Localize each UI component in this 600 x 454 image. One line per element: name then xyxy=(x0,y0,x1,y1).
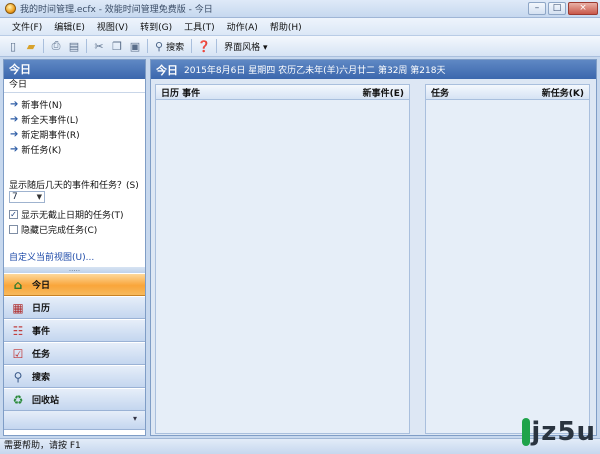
app-icon xyxy=(5,3,16,14)
toolbar-separator xyxy=(191,39,193,53)
days-question-label: 显示随后几天的事件和任务？(S) xyxy=(9,181,139,191)
new-task-link[interactable]: ➔ 新任务(K) xyxy=(10,142,145,157)
new-allday-event-link[interactable]: ➔ 新全天事件(L) xyxy=(10,112,145,127)
new-event-button[interactable]: 新事件(E) xyxy=(363,86,404,99)
event-icon: ☷ xyxy=(12,323,24,338)
print-preview-icon[interactable]: ▤ xyxy=(66,38,82,54)
menu-help[interactable]: 帮助(H) xyxy=(264,20,308,33)
menu-tools[interactable]: 工具(T) xyxy=(178,20,221,33)
new-recurring-event-label: 新定期事件(R) xyxy=(21,131,80,141)
window-title: 我的时间管理.ecfx - 效能时间管理免费版 - 今日 xyxy=(20,5,213,15)
new-task-button[interactable]: 新任务(K) xyxy=(542,86,584,99)
nav-search[interactable]: ⚲ 搜索 xyxy=(4,365,145,388)
nav-events-label: 事件 xyxy=(32,327,51,337)
menu-file[interactable]: 文件(F) xyxy=(6,20,48,33)
menu-bar: 文件(F) 编辑(E) 视图(V) 转到(G) 工具(T) 动作(A) 帮助(H… xyxy=(0,18,600,36)
nav-recycle[interactable]: ♻ 回收站 xyxy=(4,388,145,411)
leaf-icon xyxy=(522,418,531,446)
checkbox-unchecked[interactable] xyxy=(9,225,18,234)
nav-today-label: 今日 xyxy=(32,281,51,291)
status-text: 需要帮助，请按 F1 xyxy=(4,441,81,451)
ui-style-dropdown[interactable]: 界面风格 ▾ xyxy=(220,38,271,54)
search-button[interactable]: ⚲ 搜索 xyxy=(151,38,188,54)
nav-tasks-label: 任务 xyxy=(32,350,51,360)
section-title: 今日 xyxy=(4,79,145,93)
copy-icon[interactable]: ❐ xyxy=(109,38,125,54)
days-select-value: 7 xyxy=(12,192,18,202)
open-folder-icon[interactable]: ▰ xyxy=(23,38,39,54)
new-actions-list: ➔ 新事件(N) ➔ 新全天事件(L) ➔ 新定期事件(R) ➔ 新任务(K) xyxy=(4,93,145,157)
recycle-icon: ♻ xyxy=(12,392,24,407)
new-event-link[interactable]: ➔ 新事件(N) xyxy=(10,97,145,112)
arrow-right-icon: ➔ xyxy=(10,144,19,155)
menu-actions[interactable]: 动作(A) xyxy=(221,20,264,33)
nav-calendar-label: 日历 xyxy=(32,304,51,314)
home-icon: ⌂ xyxy=(13,277,23,292)
nav-events[interactable]: ☷ 事件 xyxy=(4,319,145,342)
menu-edit[interactable]: 编辑(E) xyxy=(48,20,91,33)
hide-done-label: 隐藏已完成任务(C) xyxy=(21,226,98,236)
nav-tasks[interactable]: ☑ 任务 xyxy=(4,342,145,365)
pane-header: 今日 xyxy=(4,60,145,79)
print-icon[interactable]: ⎙ xyxy=(48,38,64,54)
navigation-pane: ⌂ 今日 ▦ 日历 ☷ 事件 ☑ 任务 ⚲ 搜索 ♻ 回收站 ▾ xyxy=(4,273,145,430)
nav-calendar[interactable]: ▦ 日历 xyxy=(4,296,145,319)
help-icon[interactable]: ❓ xyxy=(196,38,212,54)
window-controls: – □ × xyxy=(528,2,598,15)
show-no-deadline-option[interactable]: ✓ 显示无截止日期的任务(T) xyxy=(9,208,124,221)
calendar-icon: ▦ xyxy=(12,300,24,315)
tasks-title: 任务 xyxy=(431,88,450,99)
main-header: 今日 2015年8月6日 星期四 农历乙未年(羊)六月廿二 第32周 第218天 xyxy=(151,60,596,79)
watermark: jz5u xyxy=(506,412,596,452)
new-allday-event-label: 新全天事件(L) xyxy=(21,116,79,126)
chevron-down-icon: ▼ xyxy=(36,193,42,201)
paste-icon[interactable]: ▣ xyxy=(127,38,143,54)
toolbar: ▯ ▰ ⎙ ▤ ✂ ❐ ▣ ⚲ 搜索 ❓ 界面风格 ▾ xyxy=(0,36,600,57)
title-bar: 我的时间管理.ecfx - 效能时间管理免费版 - 今日 – □ × xyxy=(0,0,600,18)
new-event-label: 新事件(N) xyxy=(21,101,63,111)
task-icon: ☑ xyxy=(12,346,24,361)
nav-today[interactable]: ⌂ 今日 xyxy=(4,273,145,296)
today-pane: 今日 今日 ➔ 新事件(N) ➔ 新全天事件(L) ➔ 新定期事件(R) ➔ 新… xyxy=(3,59,146,436)
hide-done-option[interactable]: 隐藏已完成任务(C) xyxy=(9,223,97,236)
toolbar-separator xyxy=(86,39,87,53)
new-recurring-event-link[interactable]: ➔ 新定期事件(R) xyxy=(10,127,145,142)
search-icon: ⚲ xyxy=(13,369,23,384)
calendar-events-title: 日历 事件 xyxy=(161,88,201,99)
minimize-button[interactable]: – xyxy=(528,2,546,15)
menu-view[interactable]: 视图(V) xyxy=(91,20,134,33)
watermark-text: jz5u xyxy=(531,417,596,447)
today-date: 2015年8月6日 星期四 农历乙未年(羊)六月廿二 第32周 第218天 xyxy=(184,66,446,76)
maximize-button[interactable]: □ xyxy=(548,2,566,15)
close-button[interactable]: × xyxy=(568,2,598,15)
main-content: 今日 2015年8月6日 星期四 农历乙未年(羊)六月廿二 第32周 第218天… xyxy=(150,59,597,436)
toolbar-separator xyxy=(43,39,44,53)
checkbox-checked[interactable]: ✓ xyxy=(9,210,18,219)
main-title: 今日 xyxy=(156,63,178,77)
tasks-column: 任务 新任务(K) xyxy=(425,84,590,434)
new-task-label: 新任务(K) xyxy=(21,146,62,156)
nav-recycle-label: 回收站 xyxy=(32,396,60,406)
days-select[interactable]: 7 ▼ xyxy=(9,191,45,203)
nav-footer[interactable]: ▾ xyxy=(4,411,145,430)
chevron-down-icon[interactable]: ▾ xyxy=(133,414,137,423)
menu-goto[interactable]: 转到(G) xyxy=(134,20,178,33)
toolbar-separator xyxy=(216,39,218,53)
arrow-right-icon: ➔ xyxy=(10,129,19,140)
calendar-events-header: 日历 事件 新事件(E) xyxy=(156,85,409,100)
calendar-events-column: 日历 事件 新事件(E) xyxy=(155,84,410,434)
new-document-icon[interactable]: ▯ xyxy=(5,38,21,54)
search-button-label: 搜索 xyxy=(166,42,185,53)
customize-view-link[interactable]: 自定义当前视图(U)... xyxy=(9,250,94,263)
cut-icon[interactable]: ✂ xyxy=(91,38,107,54)
arrow-right-icon: ➔ xyxy=(10,99,19,110)
tasks-header: 任务 新任务(K) xyxy=(426,85,589,100)
show-no-deadline-label: 显示无截止日期的任务(T) xyxy=(21,211,124,221)
nav-search-label: 搜索 xyxy=(32,373,51,383)
arrow-right-icon: ➔ xyxy=(10,114,19,125)
toolbar-separator xyxy=(147,39,148,53)
magnifier-icon: ⚲ xyxy=(155,39,164,53)
